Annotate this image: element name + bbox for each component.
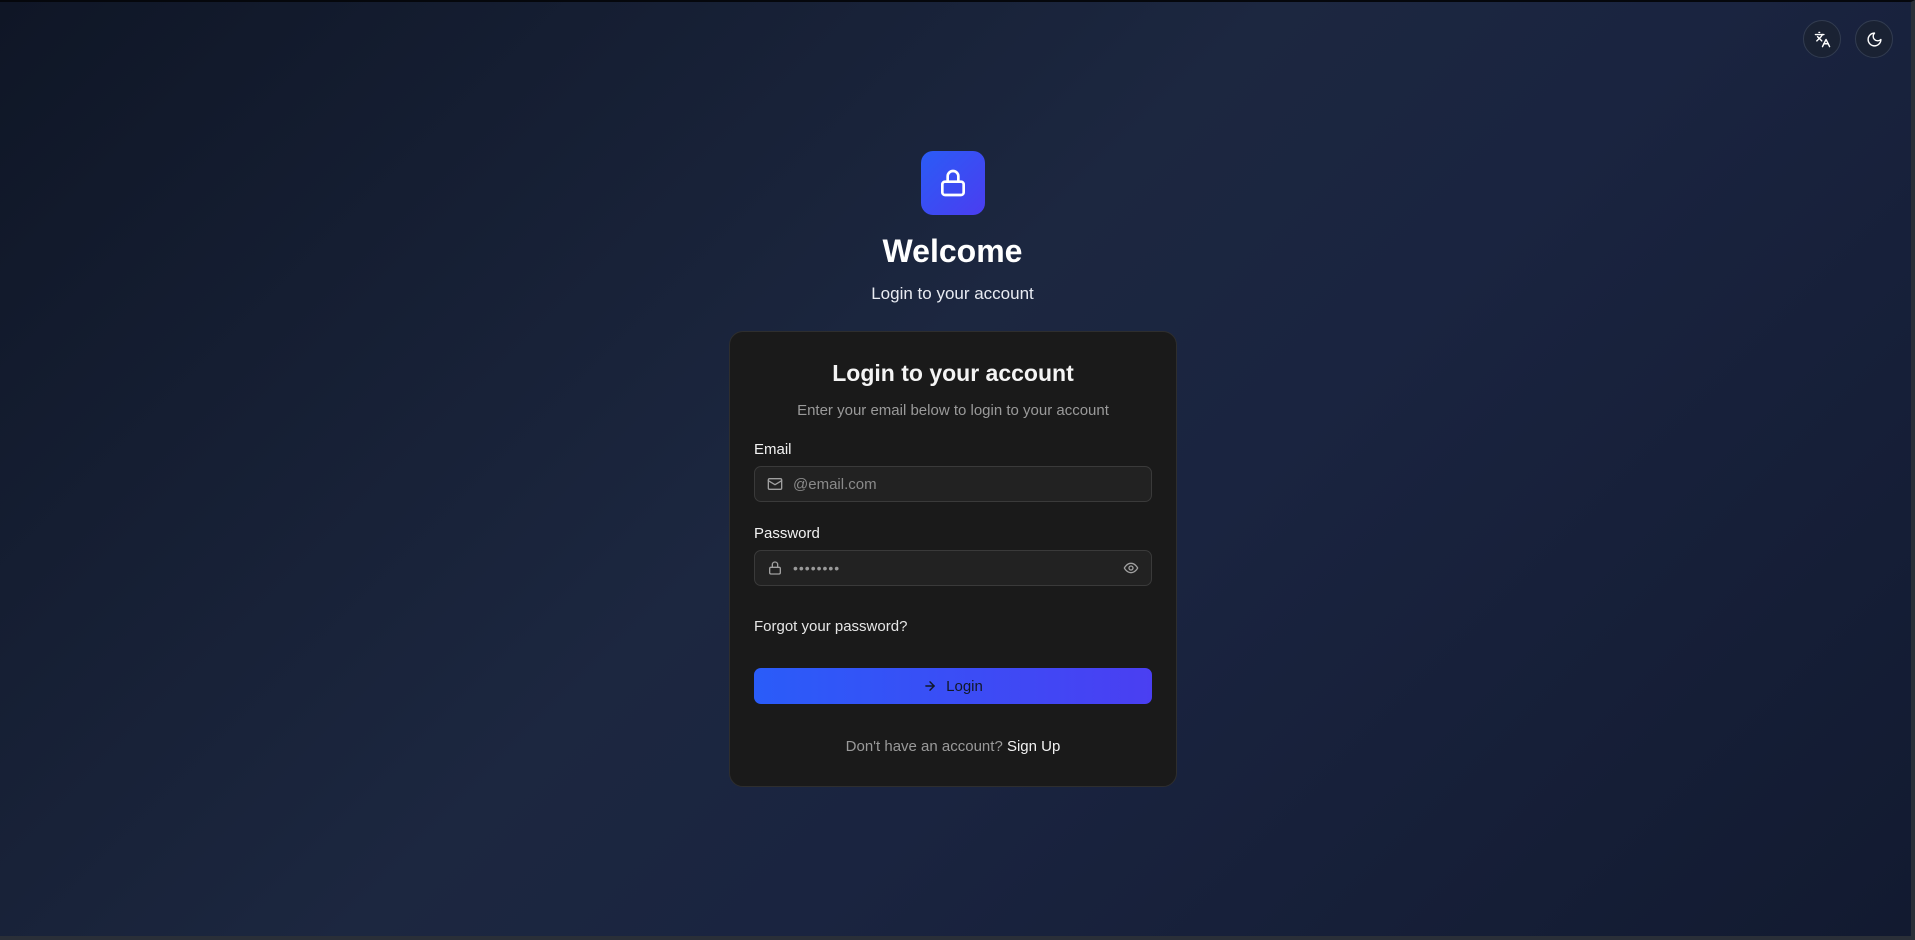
eye-icon bbox=[1123, 562, 1139, 574]
login-button[interactable]: Login bbox=[754, 668, 1152, 704]
translate-icon bbox=[1814, 31, 1830, 47]
email-input[interactable] bbox=[793, 475, 1139, 493]
theme-toggle-button[interactable] bbox=[1855, 20, 1893, 58]
email-label: Email bbox=[754, 441, 792, 458]
page-subtitle: Login to your account bbox=[871, 284, 1034, 303]
lock-icon bbox=[769, 561, 781, 575]
signup-row: Don't have an account? Sign Up bbox=[754, 738, 1152, 755]
signup-prompt: Don't have an account? bbox=[845, 738, 1003, 755]
arrow-right-icon bbox=[925, 681, 935, 691]
hero: Welcome Login to your account bbox=[0, 151, 1905, 304]
signup-link[interactable]: Sign Up bbox=[1007, 738, 1060, 755]
card-title: Login to your account bbox=[832, 360, 1074, 386]
page-title: Welcome bbox=[882, 233, 1023, 269]
card-description: Enter your email below to login to your … bbox=[797, 402, 1109, 419]
moon-icon bbox=[1866, 31, 1882, 47]
login-card: Login to your account Enter your email b… bbox=[729, 331, 1177, 787]
email-field-wrapper bbox=[754, 466, 1152, 502]
app-logo bbox=[920, 151, 985, 215]
language-button[interactable] bbox=[1803, 20, 1841, 58]
forgot-password-link[interactable]: Forgot your password? bbox=[754, 618, 907, 635]
toggle-password-visibility-button[interactable] bbox=[1123, 560, 1139, 576]
top-controls bbox=[1803, 20, 1893, 58]
password-label: Password bbox=[754, 525, 820, 542]
login-button-label: Login bbox=[946, 677, 983, 695]
mail-icon bbox=[767, 478, 783, 490]
password-input[interactable]: •••••••• bbox=[793, 560, 1113, 576]
lock-icon bbox=[940, 169, 965, 197]
password-field-wrapper: •••••••• bbox=[754, 550, 1152, 586]
